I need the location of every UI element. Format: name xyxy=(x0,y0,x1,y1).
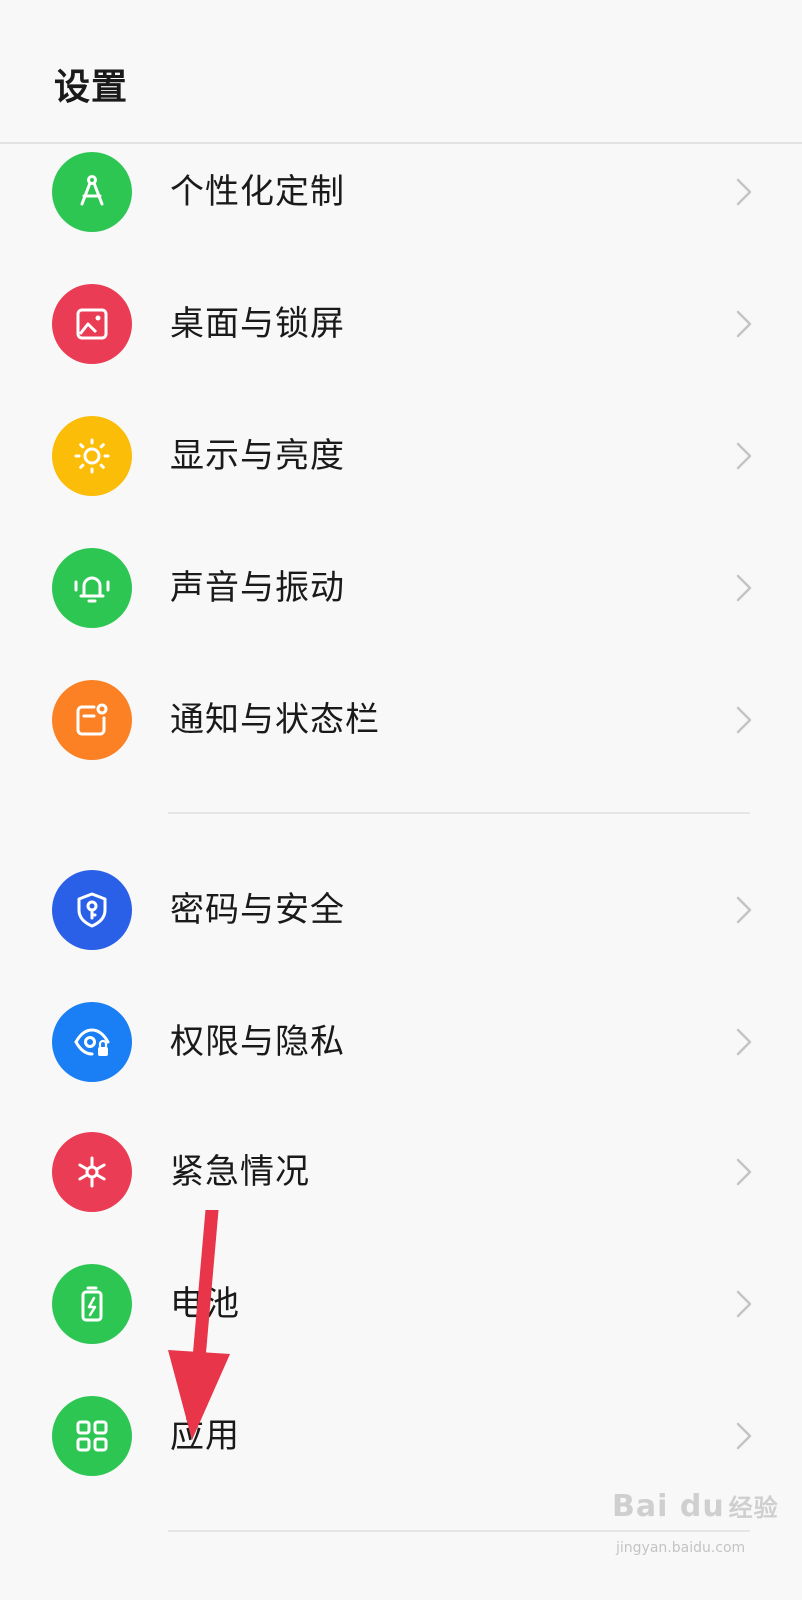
chevron-right-icon xyxy=(736,1422,752,1450)
watermark-logo: Bai du 经验 xyxy=(612,1489,779,1524)
compass-icon xyxy=(52,152,132,232)
settings-item-label: 个性化定制 xyxy=(170,172,345,212)
page-title: 设置 xyxy=(54,67,129,108)
settings-item-battery[interactable]: 电池 xyxy=(0,1244,802,1364)
settings-item-label: 显示与亮度 xyxy=(170,436,345,476)
settings-item-wallpaper-lockscreen[interactable]: 桌面与锁屏 xyxy=(0,264,802,384)
settings-item-sound-vibration[interactable]: 声音与振动 xyxy=(0,528,802,648)
chevron-right-icon xyxy=(736,442,752,470)
image-icon xyxy=(52,284,132,364)
section-divider xyxy=(168,812,750,814)
settings-item-label: 声音与振动 xyxy=(170,568,345,608)
settings-item-permissions-privacy[interactable]: 权限与隐私 xyxy=(0,982,802,1102)
settings-item-password-security[interactable]: 密码与安全 xyxy=(0,850,802,970)
chevron-right-icon xyxy=(736,896,752,924)
chevron-right-icon xyxy=(736,1290,752,1318)
chevron-right-icon xyxy=(736,1158,752,1186)
settings-item-notifications-statusbar[interactable]: 通知与状态栏 xyxy=(0,660,802,780)
battery-icon xyxy=(52,1264,132,1344)
emergency-icon xyxy=(52,1132,132,1212)
bell-icon xyxy=(52,548,132,628)
settings-item-label: 紧急情况 xyxy=(170,1152,310,1192)
chevron-right-icon xyxy=(736,1028,752,1056)
red-arrow-annotation-icon xyxy=(168,1210,230,1440)
watermark: Bai du 经验 jingyan.baidu.com xyxy=(612,1488,778,1578)
settings-item-label: 通知与状态栏 xyxy=(170,700,380,740)
settings-item-display-brightness[interactable]: 显示与亮度 xyxy=(0,396,802,516)
settings-item-emergency[interactable]: 紧急情况 xyxy=(0,1112,802,1232)
settings-item-apps[interactable]: 应用 xyxy=(0,1376,802,1496)
eye-lock-icon xyxy=(52,1002,132,1082)
settings-item-label: 桌面与锁屏 xyxy=(170,304,345,344)
chevron-right-icon xyxy=(736,178,752,206)
chevron-right-icon xyxy=(736,310,752,338)
header-bar: 设置 xyxy=(0,0,802,144)
sun-icon xyxy=(52,416,132,496)
shield-key-icon xyxy=(52,870,132,950)
settings-item-label: 密码与安全 xyxy=(170,890,345,930)
chevron-right-icon xyxy=(736,574,752,602)
chevron-right-icon xyxy=(736,706,752,734)
apps-grid-icon xyxy=(52,1396,132,1476)
notification-icon xyxy=(52,680,132,760)
settings-item-label: 权限与隐私 xyxy=(170,1022,345,1062)
settings-item-personalization[interactable]: 个性化定制 xyxy=(0,132,802,252)
watermark-url: jingyan.baidu.com xyxy=(616,1540,746,1556)
